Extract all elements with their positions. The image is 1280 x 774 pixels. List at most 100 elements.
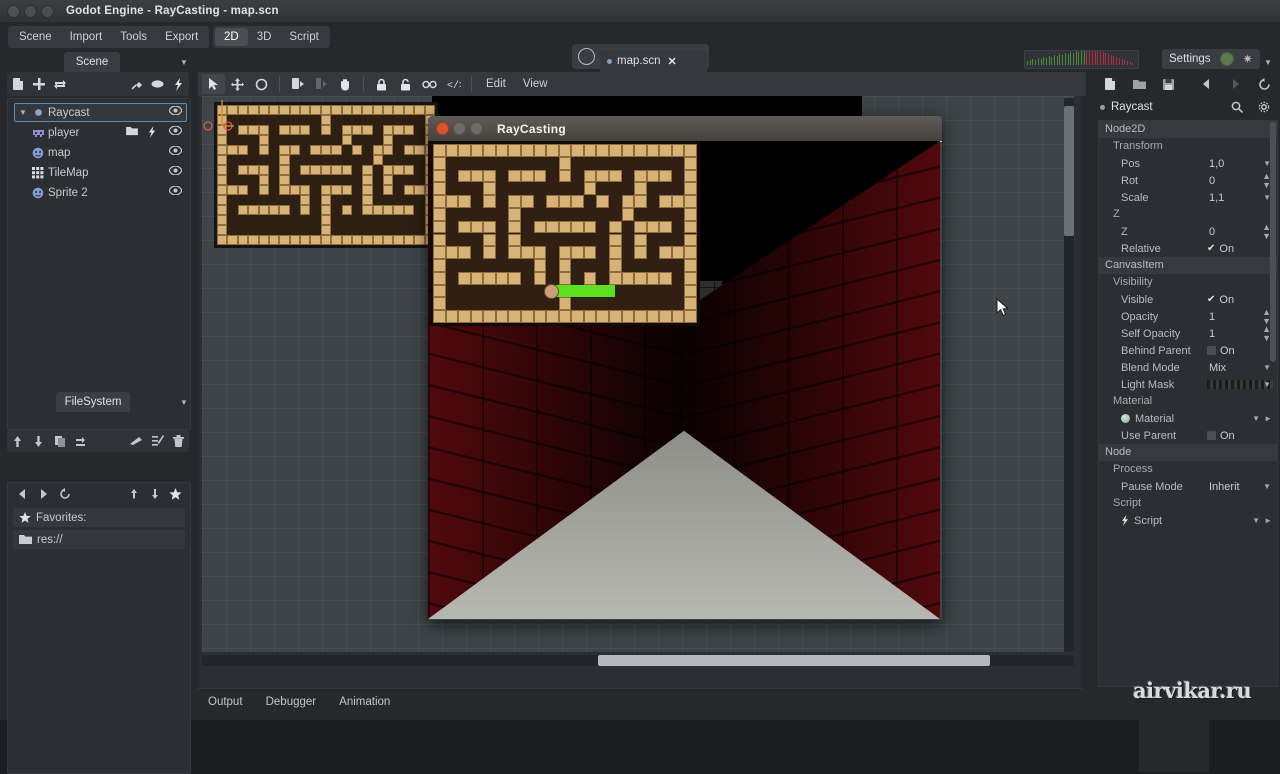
inspector-property-material[interactable]: Material ▼ ► (1099, 410, 1277, 427)
add-node-icon[interactable] (28, 74, 49, 94)
chevron-right-icon[interactable]: ► (1264, 516, 1272, 525)
viewport-vertical-scrollbar[interactable] (1064, 98, 1074, 652)
property-checkbox[interactable]: ✔ On (1207, 294, 1234, 306)
history-back-icon[interactable] (1196, 74, 1216, 94)
property-value[interactable]: 1 (1209, 328, 1215, 340)
filesystem-row-favorites[interactable]: Favorites: (13, 508, 185, 527)
viewport-horizontal-scrollbar[interactable] (202, 655, 1074, 666)
window-minimize-button[interactable] (24, 4, 37, 18)
chain-link-icon[interactable] (418, 74, 441, 94)
inspector-property-rot[interactable]: Rot 0 ▲ ▼ (1099, 171, 1277, 189)
inspector-property-behind-parent[interactable]: Behind Parent On (1099, 342, 1277, 359)
scene-tree-item-sprite-2[interactable]: Sprite 2 (8, 183, 190, 202)
viewport-menu-view[interactable]: View (515, 75, 556, 93)
new-scene-icon[interactable] (7, 74, 28, 94)
inspector-property-use-parent[interactable]: Use Parent On (1099, 427, 1277, 444)
game-window[interactable]: RayCasting (428, 116, 942, 620)
instance-icon[interactable] (49, 74, 70, 94)
game-maximize-button[interactable] (470, 122, 483, 135)
menu-item-tools[interactable]: Tools (111, 28, 156, 46)
view-mode-2d[interactable]: 2D (215, 28, 248, 46)
bottom-tab-animation[interactable]: Animation (329, 690, 400, 714)
property-checkbox[interactable]: On (1207, 430, 1235, 442)
property-value[interactable]: 0 (1209, 175, 1215, 187)
game-window-controls[interactable] (436, 122, 483, 135)
scene-file-tab[interactable]: map.scn ✕ (600, 50, 707, 72)
filesystem-dock-menu-chevron-down-icon[interactable]: ▼ (180, 398, 189, 407)
scene-tree-item-tilemap[interactable]: TileMap (8, 163, 190, 182)
inspector-property-list[interactable]: Node2D Transform Pos 1,0 ▼ Rot 0 ▲ ▼ Scale 1,1 ▼ Z Z 0… (1098, 120, 1278, 687)
property-checkbox[interactable]: On (1207, 345, 1235, 357)
scene-tree-item-raycast[interactable]: ▼ Raycast (14, 103, 187, 122)
search-icon[interactable] (1226, 97, 1247, 117)
close-icon[interactable]: ✕ (667, 55, 676, 68)
inspector-property-opacity[interactable]: Opacity 1 ▲ ▼ (1099, 307, 1277, 325)
script-icon[interactable] (148, 126, 156, 141)
view-mode-script[interactable]: Script (280, 28, 327, 46)
bottom-tab-debugger[interactable]: Debugger (256, 690, 327, 714)
property-value[interactable]: Inherit (1209, 481, 1240, 493)
inspector-property-pause-mode[interactable]: Pause Mode Inherit ▼ (1099, 478, 1277, 495)
rotate-circle-icon[interactable] (250, 74, 273, 94)
refresh-icon[interactable] (54, 484, 75, 504)
menu-item-import[interactable]: Import (61, 28, 112, 46)
property-checkbox[interactable]: ✔ On (1207, 243, 1234, 255)
hand-icon[interactable] (334, 74, 357, 94)
gear-icon[interactable] (1253, 97, 1274, 117)
tab-filesystem[interactable]: FileSystem (56, 392, 130, 412)
hscroll-thumb[interactable] (598, 655, 990, 666)
game-minimize-button[interactable] (453, 122, 466, 135)
property-value[interactable]: 1,1 (1209, 192, 1224, 204)
lock-open-icon[interactable] (394, 74, 417, 94)
inspector-property-pos[interactable]: Pos 1,0 ▼ (1099, 155, 1277, 172)
new-resource-icon[interactable] (1100, 74, 1120, 94)
snap-grid-icon[interactable] (310, 74, 333, 94)
move-cross-icon[interactable] (226, 74, 249, 94)
visibility-eye-icon[interactable] (168, 125, 183, 139)
open-resource-icon[interactable] (1129, 74, 1149, 94)
inspector-property-scale[interactable]: Scale 1,1 ▼ (1099, 189, 1277, 206)
game-window-titlebar[interactable]: RayCasting (428, 116, 942, 142)
window-controls[interactable] (7, 4, 54, 18)
menu-item-scene[interactable]: Scene (10, 28, 61, 46)
visibility-eye-icon[interactable] (168, 145, 183, 159)
move-up-icon[interactable] (7, 431, 28, 451)
chevron-down-icon[interactable]: ▼ (1252, 414, 1260, 423)
script-icon[interactable] (168, 74, 189, 94)
inspector-property-z[interactable]: Z 0 ▲ ▼ (1099, 222, 1277, 240)
snap-icon[interactable] (286, 74, 309, 94)
edit-icon[interactable] (147, 431, 168, 451)
inspector-property-visible[interactable]: Visible ✔ On (1099, 291, 1277, 308)
forward-icon[interactable] (33, 484, 54, 504)
inspector-property-light-mask[interactable]: Light Mask ▼ (1099, 376, 1277, 393)
arrow-cursor-icon[interactable] (202, 74, 225, 94)
filesystem-move-up-icon[interactable] (123, 484, 144, 504)
scene-tree-item-player[interactable]: player (8, 123, 190, 142)
group-icon[interactable] (126, 126, 138, 139)
favorite-star-icon[interactable] (165, 484, 186, 504)
scene-dock-menu-chevron-down-icon[interactable]: ▼ (180, 58, 189, 67)
property-value[interactable]: Mix (1209, 362, 1226, 374)
reparent-icon[interactable] (70, 431, 91, 451)
scene-tree[interactable]: ▼ Raycast player map TileMap Sprite 2 (7, 98, 191, 430)
view-mode-3d[interactable]: 3D (248, 28, 281, 46)
inspector-property-script[interactable]: Script ▼ ► (1099, 512, 1277, 529)
inspector-scrollbar-thumb[interactable] (1270, 122, 1276, 362)
tab-scene[interactable]: Scene (64, 52, 120, 72)
property-value[interactable]: 1,0 (1209, 158, 1224, 170)
duplicate-icon[interactable] (49, 431, 70, 451)
editor-tilemap-preview[interactable] (214, 102, 438, 248)
group-icon[interactable] (147, 74, 168, 94)
filesystem-move-down-icon[interactable] (144, 484, 165, 504)
bottom-tab-output[interactable]: Output (198, 690, 253, 714)
lock-closed-icon[interactable] (370, 74, 393, 94)
code-brackets-icon[interactable]: </> (442, 74, 465, 94)
chevron-down-icon[interactable]: ▼ (1263, 380, 1271, 389)
chevron-down-icon[interactable]: ▼ (1263, 363, 1271, 372)
game-viewport[interactable] (428, 141, 940, 619)
menu-item-export[interactable]: Export (156, 28, 207, 46)
property-value[interactable]: 0 (1209, 226, 1215, 238)
inspector-property-relative[interactable]: Relative ✔ On (1099, 240, 1277, 257)
vscroll-thumb[interactable] (1064, 106, 1074, 236)
chevron-down-icon[interactable]: ▼ (1252, 516, 1260, 525)
